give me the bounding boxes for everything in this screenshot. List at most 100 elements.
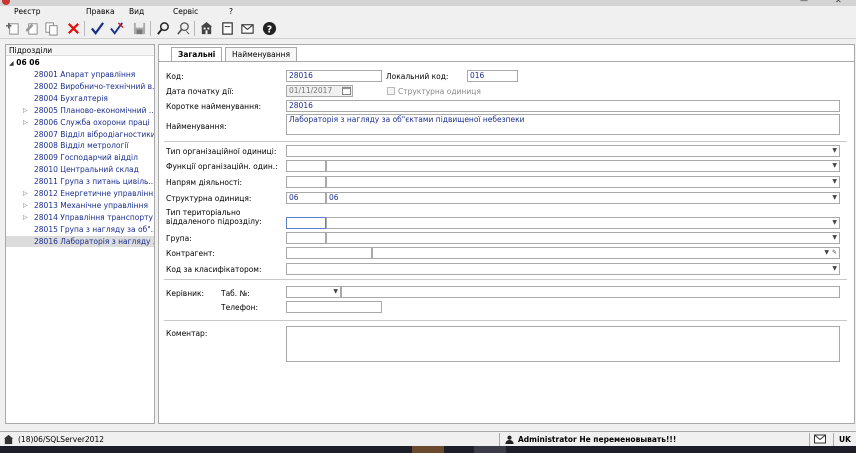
structural-unit-name: 06 (329, 193, 339, 202)
taskbar-app[interactable] (474, 446, 506, 453)
pencil-icon[interactable]: ✎ (832, 248, 837, 258)
tree-item[interactable]: 28001 Апарат управління (6, 69, 154, 80)
tree-item-label: 28011 Група з питань цивіль... (34, 177, 155, 187)
close-window-button[interactable]: ✕ (835, 0, 842, 5)
tree-item-label: 28001 Апарат управління (34, 70, 136, 79)
search-icon[interactable] (154, 19, 172, 37)
head-label: Керівник: (166, 289, 205, 298)
expand-icon[interactable]: ▷ (23, 212, 28, 223)
mail-icon[interactable] (238, 19, 256, 37)
expand-icon[interactable]: ▷ (23, 200, 28, 211)
tree-item[interactable]: 28016 Лабораторія з нагляду ... (6, 235, 155, 247)
org-unit-functions-select[interactable]: ▼ (326, 160, 840, 172)
delete-icon[interactable] (64, 19, 82, 37)
toolbar: ? (0, 18, 856, 39)
menu-view[interactable]: Вид (129, 7, 144, 16)
group-code[interactable] (286, 232, 326, 244)
remote-unit-type-select[interactable]: ▼ (326, 217, 840, 229)
tree-item[interactable]: 28007 Відділ вібродіагностики (6, 129, 155, 140)
name-field[interactable]: Лабораторія з нагляду за об"єктами підви… (286, 114, 840, 135)
find-replace-icon[interactable] (174, 19, 192, 37)
tree-header: Підрозділи (6, 45, 154, 56)
short-name-field[interactable]: 28016 (286, 100, 840, 112)
calendar-icon[interactable] (342, 86, 351, 95)
server-icon (3, 434, 14, 445)
tree-item[interactable]: 28009 Господарчий відділ (6, 152, 154, 163)
unit-details-panel: Загальні Найменування Код: 28016 Локальн… (158, 44, 855, 424)
edit-record-icon[interactable] (22, 19, 40, 37)
tab-no-select[interactable]: ▼ (286, 286, 341, 298)
tree-item[interactable]: ▷ 28006 Служба охорони праці (6, 117, 154, 128)
counterparty-code[interactable] (286, 247, 372, 259)
help-icon[interactable]: ? (260, 19, 278, 37)
structural-unit-checkbox[interactable] (387, 87, 395, 95)
phone-field[interactable] (286, 301, 382, 313)
collapse-icon[interactable]: ◢ (9, 60, 14, 67)
local-code-field[interactable]: 016 (467, 70, 518, 82)
org-unit-functions-code[interactable] (286, 160, 326, 172)
chevron-down-icon: ▼ (832, 219, 837, 226)
classifier-code-select[interactable]: ▼ (286, 263, 840, 275)
counterparty-select[interactable]: ▼ ✎ (372, 247, 840, 259)
expand-icon[interactable]: ▷ (23, 117, 28, 128)
org-unit-functions-label: Функції організаційн. один.: (166, 162, 278, 171)
tree-item-label: 28016 Лабораторія з нагляду ... (34, 236, 155, 246)
menu-bar: Реєстр Правка Вид Сервіс ? (0, 6, 856, 18)
org-unit-type-select[interactable]: ▼ (286, 145, 840, 157)
activity-direction-label: Напрям діяльності: (166, 178, 243, 187)
tab-no-label: Таб. №: (221, 289, 250, 298)
organization-icon[interactable] (197, 19, 215, 37)
head-name-field[interactable] (341, 286, 840, 298)
language-indicator[interactable]: UK (839, 433, 851, 446)
save-icon[interactable] (130, 19, 148, 37)
start-date-label: Дата початку дії: (166, 87, 234, 96)
short-name-label: Коротке найменування: (166, 102, 262, 111)
minimize-button[interactable]: — (800, 0, 808, 5)
remote-unit-type-code[interactable] (286, 217, 326, 229)
tree-item[interactable]: 28002 Виробничо-технічний в... (6, 81, 155, 92)
tree-item[interactable]: ▷ 28012 Енергетичне управління (6, 188, 154, 199)
menu-service[interactable]: Сервіс (173, 7, 198, 16)
chevron-down-icon: ▼ (832, 147, 837, 154)
tree-item-label: 28013 Механічне управління (34, 200, 148, 210)
tree-item[interactable]: 28004 Бухгалтерія (6, 93, 154, 104)
tab-general[interactable]: Загальні (171, 47, 223, 62)
menu-registry[interactable]: Реєстр (14, 7, 41, 16)
tab-names[interactable]: Найменування (225, 47, 298, 61)
tree-item[interactable]: ▷ 28014 Управління транспорту (6, 212, 154, 223)
structural-unit-check-label: Структурна одиниця (398, 87, 481, 96)
comment-field[interactable] (286, 326, 840, 362)
tree-item[interactable]: 28010 Центральний склад (6, 164, 154, 175)
tree-item[interactable]: ▷ 28013 Механічне управління (6, 200, 154, 211)
menu-help[interactable]: ? (229, 7, 233, 16)
group-label: Група: (166, 234, 192, 243)
tree-item[interactable]: ▷ 28005 Планово-економічний ... (6, 105, 154, 116)
mail-status-icon[interactable] (814, 434, 826, 445)
tree-item[interactable]: 28011 Група з питань цивіль... (6, 176, 155, 187)
add-record-icon[interactable] (3, 19, 21, 37)
code-field[interactable]: 28016 (286, 70, 382, 82)
confirm-all-icon[interactable] (108, 19, 126, 37)
org-unit-type-label: Тип організаційної одиниці: (166, 147, 277, 156)
expand-icon[interactable]: ▷ (23, 188, 28, 199)
copy-record-icon[interactable] (42, 19, 60, 37)
chevron-down-icon: ▼ (832, 178, 837, 185)
group-select[interactable]: ▼ (326, 232, 840, 244)
expand-icon[interactable]: ▷ (23, 105, 28, 116)
structural-unit-code[interactable]: 06 (286, 192, 326, 204)
document-icon[interactable] (218, 19, 236, 37)
activity-direction-code[interactable] (286, 176, 326, 188)
tree-item[interactable]: 28008 Відділ метрології (6, 140, 154, 151)
tree-item-label: 28008 Відділ метрології (34, 141, 129, 151)
tree-item-label: 28002 Виробничо-технічний в... (34, 81, 155, 91)
tree-item-label: 28007 Відділ вібродіагностики (34, 129, 155, 139)
structural-unit-select[interactable]: 06 ▼ (326, 192, 840, 204)
tree-root[interactable]: ◢ 06 06 (9, 58, 40, 67)
confirm-icon[interactable] (88, 19, 106, 37)
tree-item-label: 28015 Група з нагляду за об"... (34, 224, 155, 234)
chevron-down-icon: ▼ (824, 249, 829, 256)
taskbar-app[interactable] (412, 446, 444, 453)
tree-item[interactable]: 28015 Група з нагляду за об"... (6, 224, 155, 235)
menu-edit[interactable]: Правка (86, 7, 115, 16)
activity-direction-select[interactable]: ▼ (326, 176, 840, 188)
